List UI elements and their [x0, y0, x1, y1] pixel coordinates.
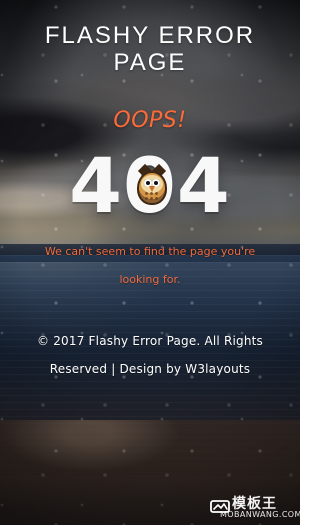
error-message: We can't seem to find the page you're lo… — [44, 245, 256, 286]
page-content: FLASHY ERROR PAGE OOPS! 404 We can't see… — [0, 0, 300, 525]
footer-line-2: Reserved | Design by W3layouts — [49, 362, 251, 376]
error-page: FLASHY ERROR PAGE OOPS! 404 We can't see… — [0, 0, 300, 525]
owl-icon — [132, 163, 172, 209]
footer-copyright: © 2017 Flashy Error Page. All Rights Res… — [18, 327, 282, 383]
page-title: FLASHY ERROR PAGE — [0, 22, 300, 76]
oops-heading: OOPS! — [113, 108, 187, 133]
footer-line-1: © 2017 Flashy Error Page. All Rights — [36, 334, 264, 348]
watermark: 模板王 MOBANWANG.COM — [210, 496, 300, 520]
owl-pattern — [144, 191, 160, 201]
watermark-subtitle: MOBANWANG.COM — [220, 510, 300, 519]
page-title-line-1: FLASHY ERROR — [44, 22, 256, 49]
page-title-line-2: PAGE — [113, 49, 187, 76]
watermark-title: 模板王 — [232, 496, 277, 512]
